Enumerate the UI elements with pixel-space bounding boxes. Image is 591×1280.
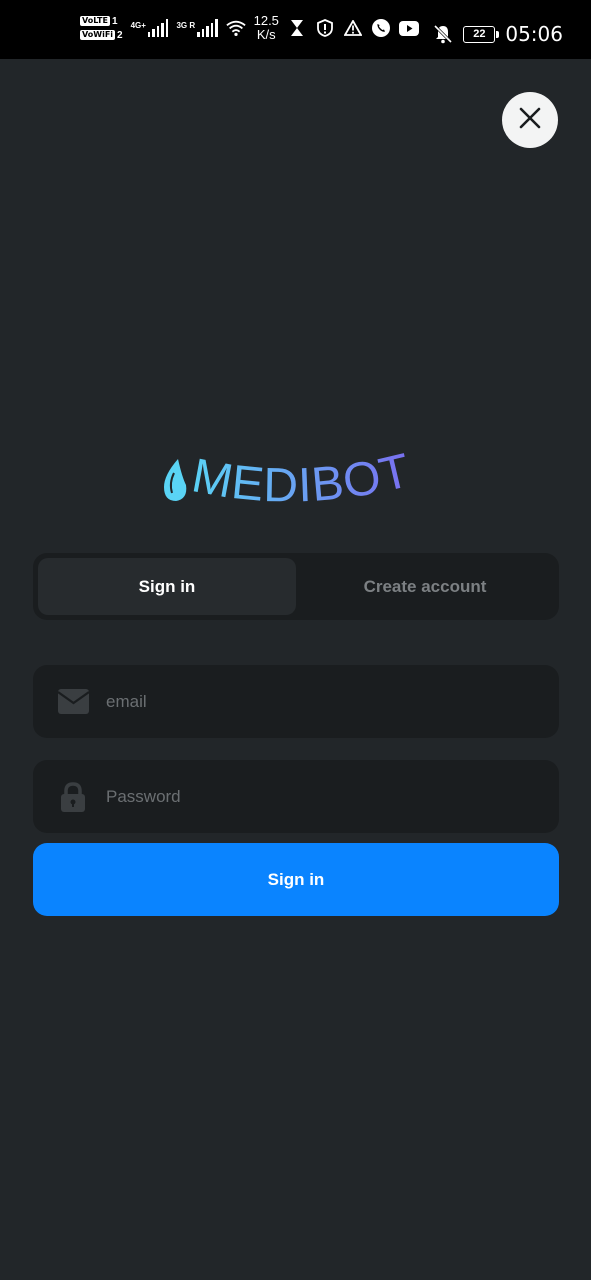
network-speed: 12.5 K/s (254, 14, 279, 42)
password-field[interactable] (33, 760, 559, 833)
sign-in-button[interactable]: Sign in (33, 843, 559, 916)
status-right: 22 05:06 (433, 22, 563, 46)
tab-sign-in[interactable]: Sign in (38, 558, 296, 615)
lock-icon (57, 781, 89, 813)
auth-tabs: Sign in Create account (33, 553, 559, 620)
youtube-icon (398, 18, 419, 38)
network-type-2: 3G R (176, 21, 196, 30)
clock: 05:06 (505, 22, 563, 46)
email-input[interactable] (106, 691, 559, 712)
email-field[interactable] (33, 665, 559, 738)
signal-bars-icon (197, 19, 218, 37)
wifi-icon (225, 18, 246, 38)
volte-badge: VoLTE (80, 16, 110, 26)
speed-unit: K/s (256, 27, 276, 42)
network-type-1: 4G+ (130, 21, 146, 30)
close-button[interactable] (502, 92, 558, 148)
sim2-number: 2 (117, 29, 123, 41)
warning-icon (343, 18, 363, 38)
signal-sim1: 4G+ (131, 19, 169, 37)
battery-icon: 22 (463, 25, 500, 43)
shield-alert-icon (315, 18, 335, 38)
sim1-indicator: VoLTE 1 (80, 16, 123, 27)
vowifi-badge: VoWiFi (80, 30, 116, 40)
svg-text:MEDIBOT: MEDIBOT (188, 445, 416, 513)
sim2-indicator: VoWiFi 2 (80, 30, 123, 41)
battery-level: 22 (473, 28, 486, 40)
logo-text: MEDIBOT (188, 444, 415, 513)
medibot-logo: MEDIBOT (160, 444, 435, 520)
sim1-number: 1 (111, 15, 118, 27)
mail-icon (57, 686, 89, 718)
droplet-icon (164, 459, 187, 501)
sim-indicators: VoLTE 1 VoWiFi 2 (80, 16, 123, 41)
hourglass-icon (287, 18, 307, 38)
signal-bars-icon (147, 19, 169, 37)
status-bar: VoLTE 1 VoWiFi 2 4G+ 3G R 12.5 K/s 22 05… (0, 0, 591, 59)
close-icon (519, 107, 541, 134)
speed-value: 12.5 (253, 13, 279, 28)
signal-sim2: 3G R (176, 19, 218, 37)
tab-create-account[interactable]: Create account (296, 558, 554, 615)
notifications-off-icon (433, 24, 453, 44)
status-left: VoLTE 1 VoWiFi 2 4G+ 3G R 12.5 K/s (80, 14, 419, 42)
password-input[interactable] (106, 786, 559, 807)
whatsapp-icon (371, 18, 391, 38)
